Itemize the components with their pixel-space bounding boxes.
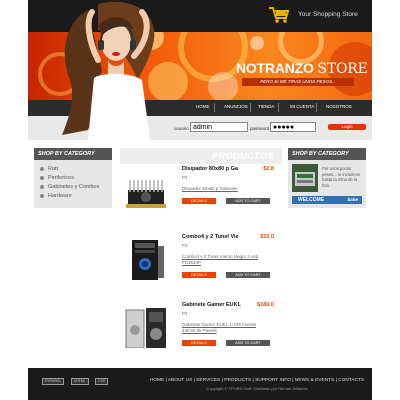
product-code: P3 <box>182 311 188 316</box>
category-bullet-icon <box>40 184 44 189</box>
promo-box: Por unos pocos pesos... te incluimos has… <box>288 160 366 208</box>
category-label: Hardware <box>48 193 72 199</box>
product-name[interactable]: Gabinete Gamer EUKL <box>182 302 241 308</box>
model-illustration <box>62 1 155 140</box>
brand-title: NOTRANZO STORE <box>236 60 368 77</box>
category-item[interactable]: Gabinetes y Combos <box>40 184 99 190</box>
product-name[interactable]: Combo4 y 2 Tunel Vie <box>182 234 239 240</box>
login-button[interactable]: Login <box>328 124 366 130</box>
welcome-banner: WELCOME babe <box>292 196 362 204</box>
password-input[interactable] <box>270 122 316 132</box>
promo-text: Por unos pocos pesos... te incluimos has… <box>322 166 360 188</box>
product-price: $15.0 <box>260 234 274 240</box>
username-input[interactable] <box>190 122 248 132</box>
welcome-text: WELCOME <box>298 197 325 203</box>
add-to-cart-button[interactable]: ADD TO CART <box>226 340 270 346</box>
nav-mi-cuenta[interactable]: Mi Cuenta <box>290 104 314 109</box>
products-heading: PRODUCTOS <box>212 151 274 161</box>
css-badge[interactable]: CSS <box>95 378 109 385</box>
category-label: Gabinetes y Combos <box>48 184 100 190</box>
copyright: Copyright © TPORG Soft. Diseñado por Her… <box>206 386 308 391</box>
add-to-cart-button[interactable]: ADD TO CART <box>226 198 270 204</box>
product-description[interactable]: Gabinete Gamer EUKL 1-225 Fuente 430 W S… <box>182 322 264 334</box>
footer-badges: ESPAÑOL XHTML CSS <box>42 378 110 396</box>
brand-accent: STORE <box>317 61 368 77</box>
product-image[interactable] <box>122 308 172 348</box>
category-list: Ratt Perifericos Gabinetes y Combos Hard… <box>34 160 112 208</box>
category-item[interactable]: Perifericos <box>40 175 74 181</box>
category-bullet-icon <box>40 175 44 180</box>
promo-image <box>292 164 318 192</box>
babe-text: babe <box>347 197 358 202</box>
product-price: $2.8 <box>263 166 274 172</box>
brand-main: NOTRANZO <box>236 60 318 76</box>
nav-anuncios[interactable]: Anuncios <box>224 104 248 109</box>
product-card: Combo4 y 2 Tunel Vie $15.0 P3 Combo4 y 2… <box>120 234 280 294</box>
category-item[interactable]: Ratt <box>40 166 58 172</box>
footer: ESPAÑOL XHTML CSS HOME | ABOUT US | SERV… <box>28 368 372 400</box>
right-category-heading: SHOP BY CATEGORY <box>288 148 366 160</box>
product-image[interactable] <box>122 240 172 280</box>
category-label: Ratt <box>48 166 59 172</box>
username-label: usuario <box>174 126 189 131</box>
cart-icon[interactable] <box>268 6 290 24</box>
nav-home[interactable]: Home <box>196 104 210 109</box>
products-heading-bar: PRODUCTOS <box>120 148 282 164</box>
product-description[interactable]: Disipador 80x80 p Gabinete <box>182 186 264 192</box>
category-item[interactable]: Hardware <box>40 193 72 199</box>
xhtml-badge[interactable]: XHTML <box>70 378 89 385</box>
details-button[interactable]: DETAILS <box>182 272 216 278</box>
product-card: Disipador 80x80 p Ga $2.8 P3 Disipador 8… <box>120 166 280 226</box>
footer-links[interactable]: HOME | ABOUT US | SERVICES | PRODUCTS | … <box>140 378 374 383</box>
nav-nosotros[interactable]: Nosotros <box>326 104 352 109</box>
product-card: Gabinete Gamer EUKL $180.0 P3 Gabinete G… <box>120 302 280 362</box>
nav-tienda[interactable]: Tienda <box>258 104 275 109</box>
store-tagline: Your Shopping Store <box>298 11 358 18</box>
product-image[interactable] <box>122 172 172 212</box>
product-code: P3 <box>182 243 188 248</box>
details-button[interactable]: DETAILS <box>182 340 216 346</box>
details-button[interactable]: DETAILS <box>182 198 216 204</box>
language-badge[interactable]: ESPAÑOL <box>42 378 65 385</box>
product-price: $180.0 <box>257 302 274 308</box>
product-code: P3 <box>182 175 188 180</box>
category-label: Perifericos <box>48 175 74 181</box>
brand-slogan: PERO SI ME TIRAS UNOS PESOS... <box>242 78 354 86</box>
category-bullet-icon <box>40 193 44 198</box>
add-to-cart-button[interactable]: ADD TO CART <box>226 272 270 278</box>
password-label: password <box>250 126 270 131</box>
category-bullet-icon <box>40 166 44 171</box>
category-heading: SHOP BY CATEGORY <box>34 148 112 160</box>
product-description[interactable]: Combo4 y 2 Tunel Viento Negro 2 usb FD35… <box>182 254 264 266</box>
product-name[interactable]: Disipador 80x80 p Ga <box>182 166 238 172</box>
